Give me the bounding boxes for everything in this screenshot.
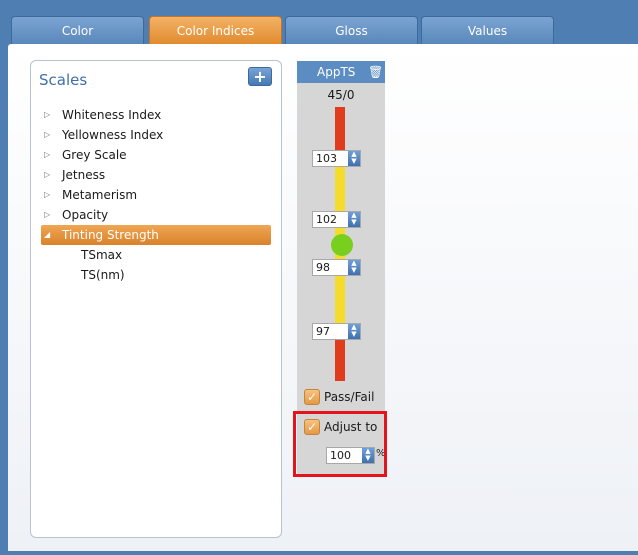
tab-color[interactable]: Color — [11, 16, 144, 44]
spinner-arrows-icon[interactable]: ▲ ▼ — [348, 151, 360, 166]
tree-item-jetness[interactable]: ▷ Jetness — [31, 165, 281, 185]
tree-child-ts-nm[interactable]: TS(nm) — [31, 265, 281, 285]
expand-arrow-icon[interactable]: ▷ — [44, 145, 50, 165]
pass-fail-label: Pass/Fail — [324, 390, 375, 404]
tab-color-indices[interactable]: Color Indices — [149, 16, 282, 44]
target-dot — [331, 234, 353, 256]
appts-top-value: 45/0 — [327, 88, 355, 102]
spinner-arrows-icon[interactable]: ▲ ▼ — [348, 324, 360, 339]
spinner-arrows-icon[interactable]: ▲ ▼ — [348, 212, 360, 227]
tree-item-grey-scale[interactable]: ▷ Grey Scale — [31, 145, 281, 165]
tree-child-label: TSmax — [81, 248, 123, 262]
tab-gloss[interactable]: Gloss — [285, 16, 418, 44]
tab-bar: Color Color Indices Gloss Values — [0, 0, 638, 44]
tree-item-label: Metamerism — [62, 188, 138, 202]
spinner-value: 102 — [316, 213, 337, 226]
appts-title: AppTS — [317, 65, 356, 79]
tree-item-label: Opacity — [62, 208, 109, 222]
expand-arrow-icon[interactable]: ▷ — [44, 125, 50, 145]
expand-arrow-icon[interactable]: ▷ — [44, 105, 50, 125]
scales-title: Scales — [39, 71, 88, 89]
tree-item-label: Yellowness Index — [62, 128, 164, 142]
expand-arrow-icon[interactable]: ▷ — [44, 205, 50, 225]
highlight-box — [293, 411, 387, 477]
appts-header: AppTS 🗑 — [297, 61, 385, 83]
expand-arrow-icon[interactable]: ▷ — [44, 165, 50, 185]
tab-values[interactable]: Values — [421, 16, 554, 44]
lower-fail-spinner[interactable]: 97 ▲ ▼ — [312, 323, 361, 340]
lower-warn-spinner[interactable]: 98 ▲ ▼ — [312, 259, 361, 276]
tree-item-metamerism[interactable]: ▷ Metamerism — [31, 185, 281, 205]
tolerance-bar-red-top — [335, 107, 345, 150]
spinner-arrows-icon[interactable]: ▲ ▼ — [348, 260, 360, 275]
tree-item-label: Jetness — [62, 168, 106, 182]
collapse-arrow-icon[interactable]: ◢ — [44, 225, 50, 245]
tree-item-label: Tinting Strength — [62, 228, 159, 242]
tree-child-tsmax[interactable]: TSmax — [31, 245, 281, 265]
tree-item-tinting-strength[interactable]: ◢ Tinting Strength — [31, 225, 281, 245]
spinner-value: 103 — [316, 152, 337, 165]
pass-fail-checkbox[interactable]: ✓ — [304, 389, 320, 405]
tree-item-label: Whiteness Index — [62, 108, 162, 122]
tree-item-yellowness-index[interactable]: ▷ Yellowness Index — [31, 125, 281, 145]
spinner-value: 97 — [316, 325, 330, 338]
tolerance-bar-red-bottom — [335, 338, 345, 381]
scales-tree: ▷ Whiteness Index ▷ Yellowness Index ▷ G… — [31, 105, 281, 285]
upper-warn-spinner[interactable]: 102 ▲ ▼ — [312, 211, 361, 228]
tree-item-opacity[interactable]: ▷ Opacity — [31, 205, 281, 225]
app-window: Color Color Indices Gloss Values Scales … — [0, 0, 638, 555]
tree-item-whiteness-index[interactable]: ▷ Whiteness Index — [31, 105, 281, 125]
upper-fail-spinner[interactable]: 103 ▲ ▼ — [312, 150, 361, 167]
spinner-value: 98 — [316, 261, 330, 274]
add-scale-button[interactable]: + — [248, 67, 272, 86]
tree-item-label: Grey Scale — [62, 148, 127, 162]
expand-arrow-icon[interactable]: ▷ — [44, 185, 50, 205]
trash-icon[interactable]: 🗑 — [368, 61, 383, 83]
scales-panel: Scales + ▷ Whiteness Index ▷ Yellowness … — [30, 60, 282, 538]
tree-child-label: TS(nm) — [81, 268, 125, 282]
